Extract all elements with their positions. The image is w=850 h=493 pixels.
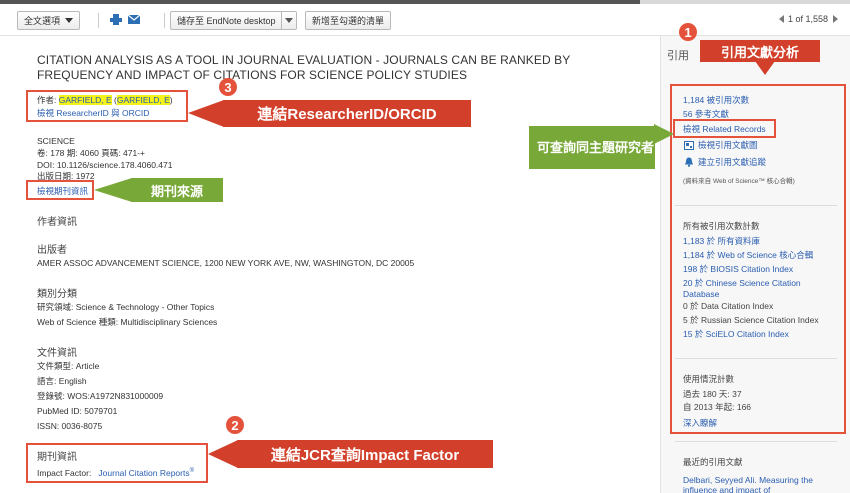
recent-citations-heading: 最近的引用文獻 — [683, 457, 743, 467]
volume-issue-pages: 卷: 178 期: 4060 頁碼: 471-+ — [37, 148, 145, 158]
document-info-heading: 文件資訊 — [37, 348, 77, 359]
pager-current: 1 — [787, 14, 793, 24]
recent-citation-link-2[interactable]: influence and impact of — [683, 485, 770, 493]
researcherid-highlight-box — [26, 90, 188, 122]
annotation-number-1: 1 — [679, 23, 697, 41]
pubmed-id: PubMed ID: 5079701 — [37, 406, 118, 416]
document-type: 文件類型: Article — [37, 361, 100, 371]
wos-category: Web of Science 種類: Multidisciplinary Sci… — [37, 317, 218, 327]
annotation-journal-source: 期刊來源 — [131, 178, 223, 202]
save-to-endnote-label: 儲存至 EndNote desktop — [177, 16, 276, 26]
language: 語言: English — [37, 376, 87, 386]
annotation-arrow-left-2 — [208, 440, 238, 468]
full-text-options-label: 全文選項 — [24, 16, 61, 26]
toolbar: 全文選項 儲存至 EndNote desktop 新增至勾選的清單 1 of 1… — [0, 8, 850, 34]
annotation-arrow-down — [755, 61, 775, 75]
annotation-number-3: 3 — [219, 78, 237, 96]
journal-name: SCIENCE — [37, 136, 75, 146]
annotation-arrow-left — [188, 100, 224, 127]
annotation-same-topic-researchers: 可查詢同主題研究者 — [529, 126, 655, 169]
journal-source-highlight-box — [26, 180, 94, 200]
chevron-down-icon — [284, 18, 293, 23]
top-progress-bar — [0, 0, 850, 4]
print-icon[interactable] — [110, 14, 122, 25]
next-record-icon[interactable] — [833, 15, 838, 23]
annotation-citation-analysis: 引用文獻分析 — [700, 40, 820, 62]
category-heading: 類別分類 — [37, 289, 77, 300]
impact-factor-highlight-box — [26, 443, 208, 483]
email-icon[interactable] — [128, 14, 140, 25]
issn: ISSN: 0036-8075 — [37, 421, 103, 431]
annotation-jcr-impact-factor: 連結JCR查詢Impact Factor — [237, 440, 493, 468]
chevron-down-icon — [65, 18, 74, 23]
publisher-address: AMER ASSOC ADVANCEMENT SCIENCE, 1200 NEW… — [37, 258, 415, 268]
previous-record-icon[interactable] — [778, 15, 784, 23]
annotation-arrow-left-green — [94, 178, 132, 202]
save-to-endnote-button[interactable]: 儲存至 EndNote desktop — [170, 11, 297, 30]
save-options-dropdown[interactable] — [280, 12, 296, 29]
pager-total: of 1,558 — [795, 14, 828, 24]
record-title: CITATION ANALYSIS AS A TOOL IN JOURNAL E… — [37, 53, 571, 82]
author-info-heading[interactable]: 作者資訊 — [37, 213, 77, 228]
accession-number: 登錄號: WOS:A1972N831000009 — [37, 391, 164, 401]
annotation-number-2: 2 — [226, 416, 244, 434]
record-pager: 1 of 1,558 — [778, 14, 838, 24]
doi: DOI: 10.1126/science.178.4060.471 — [37, 160, 173, 170]
annotation-arrow-right-green — [654, 124, 674, 144]
publisher-heading: 出版者 — [37, 245, 67, 256]
add-to-marked-list-label: 新增至勾選的清單 — [312, 16, 385, 26]
related-records-highlight-box — [673, 119, 776, 138]
citation-network-heading: 引用 — [667, 50, 689, 62]
full-text-options-button[interactable]: 全文選項 — [17, 11, 81, 30]
annotation-researcherid-orcid: 連結ResearcherID/ORCID — [223, 100, 471, 127]
research-area: 研究領域: Science & Technology - Other Topic… — [37, 302, 215, 312]
add-to-marked-list-button[interactable]: 新增至勾選的清單 — [305, 11, 392, 30]
